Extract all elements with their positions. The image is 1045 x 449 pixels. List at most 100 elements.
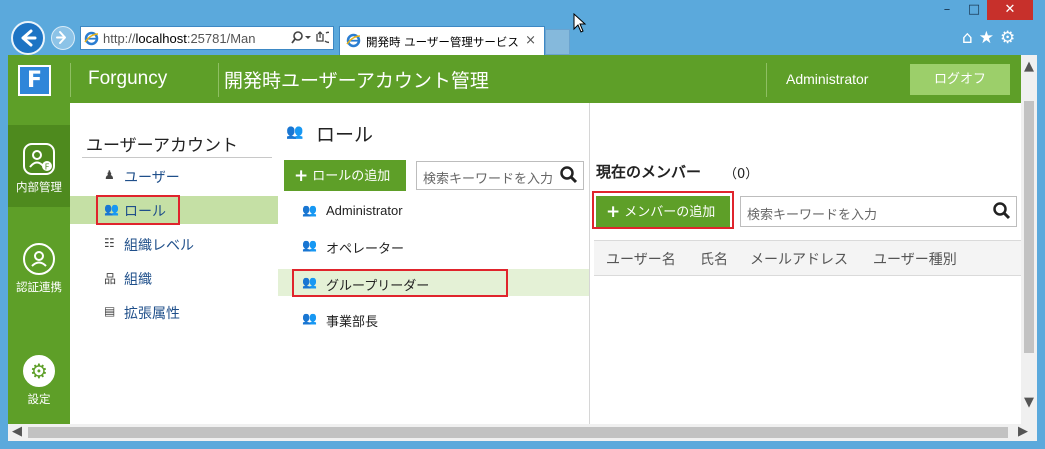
forward-button[interactable] xyxy=(51,26,75,50)
users-icon: 👥 xyxy=(302,203,317,217)
scroll-left-icon[interactable]: ◀ xyxy=(12,424,22,439)
members-table-header: ユーザー名 氏名 メールアドレス ユーザー種別 xyxy=(594,240,1021,276)
sidebar-item-label: 組織 xyxy=(124,272,152,288)
sidebar-item-users[interactable]: ♟ ユーザー xyxy=(70,162,278,190)
browser-chrome: http://localhost:25781/Man 開発時 ユーザー管理サービ… xyxy=(0,0,1045,55)
sidebar-item-label: 組織レベル xyxy=(124,238,194,254)
sidebar-item-extended-attributes[interactable]: ▤ 拡張属性 xyxy=(70,298,278,326)
column-header[interactable]: ユーザー種別 xyxy=(873,249,957,269)
column-header[interactable]: ユーザー名 xyxy=(606,249,676,269)
header-divider xyxy=(218,63,219,97)
role-label: オペレーター xyxy=(326,241,405,256)
nav-label: 内部管理 xyxy=(16,180,62,194)
roles-title: ロール xyxy=(316,124,374,146)
org-chart-icon: 品 xyxy=(104,272,117,286)
current-user: Administrator xyxy=(786,71,869,87)
scroll-up-icon[interactable]: ▲ xyxy=(1024,59,1034,74)
roles-panel: 👥 ロール + ロールの追加 検索キーワードを入力 👥 Administrator… xyxy=(278,103,590,424)
home-icon[interactable]: ⌂ xyxy=(962,28,979,48)
sidebar-title: ユーザーアカウント xyxy=(86,136,238,156)
mouse-cursor-icon xyxy=(573,13,587,33)
sidebar-item-label: 拡張属性 xyxy=(124,306,180,322)
sidebar-item-org-levels[interactable]: ☷ 組織レベル xyxy=(70,230,278,258)
button-label: ロールの追加 xyxy=(312,169,391,184)
members-panel: 現在のメンバー （0） + メンバーの追加 検索キーワードを入力 ユーザー名 氏名… xyxy=(590,103,1021,424)
address-bar[interactable]: http://localhost:25781/Man xyxy=(80,26,335,50)
nav-label: 認証連携 xyxy=(16,280,62,294)
role-search-input[interactable]: 検索キーワードを入力 xyxy=(416,161,584,190)
back-arrow-icon xyxy=(21,29,37,47)
tab-close-icon[interactable]: × xyxy=(525,33,536,48)
highlight-box xyxy=(292,269,508,297)
search-placeholder: 検索キーワードを入力 xyxy=(423,172,554,187)
person-icon: ♟ xyxy=(104,168,115,182)
back-button[interactable] xyxy=(11,21,45,55)
chevron-down-icon xyxy=(305,36,311,39)
left-nav: F 内部管理 認証連携 ⚙ 設定 xyxy=(8,103,70,424)
star-icon[interactable]: ★ xyxy=(979,28,1000,48)
browser-tools: ⌂★⚙ xyxy=(962,28,1021,48)
nav-label: 設定 xyxy=(27,392,51,406)
url-text: http://localhost:25781/Man xyxy=(103,31,256,46)
plus-icon: + xyxy=(294,166,309,186)
sidebar-item-label: ユーザー xyxy=(124,170,180,186)
close-window-button[interactable]: ✕ xyxy=(987,0,1033,20)
search-icon[interactable] xyxy=(992,201,1012,225)
divider xyxy=(82,157,272,158)
vertical-scrollbar[interactable]: ▲ ▼ xyxy=(1021,55,1037,424)
nav-auth-link[interactable]: 認証連携 xyxy=(8,243,70,295)
url-host: localhost xyxy=(135,31,187,46)
gear-icon[interactable]: ⚙ xyxy=(1000,28,1021,48)
maximize-button[interactable]: □ xyxy=(960,0,988,20)
scroll-right-icon[interactable]: ▶ xyxy=(1018,424,1028,439)
role-label: Administrator xyxy=(326,203,403,218)
scroll-down-icon[interactable]: ▼ xyxy=(1024,395,1034,410)
search-icon[interactable] xyxy=(559,165,579,189)
members-count: （0） xyxy=(724,167,759,182)
forward-arrow-icon xyxy=(56,31,66,44)
nav-settings[interactable]: ⚙ 設定 xyxy=(8,355,70,407)
role-item[interactable]: 👥 Administrator xyxy=(278,197,589,224)
minimize-button[interactable]: – xyxy=(934,0,960,20)
role-label: 事業部長 xyxy=(326,314,379,329)
highlight-box xyxy=(96,195,180,225)
hierarchy-list-icon: ☷ xyxy=(104,236,115,250)
url-scheme: http:// xyxy=(103,31,136,46)
users-icon: 👥 xyxy=(286,124,304,140)
refresh-icon xyxy=(316,31,324,42)
column-header[interactable]: 氏名 xyxy=(700,249,728,269)
new-tab-button[interactable] xyxy=(545,29,570,55)
role-item[interactable]: 👥 オペレーター xyxy=(278,232,589,259)
member-search-input[interactable]: 検索キーワードを入力 xyxy=(740,196,1017,227)
header-divider xyxy=(766,63,767,97)
members-title: 現在のメンバー xyxy=(596,163,702,181)
attributes-icon: ▤ xyxy=(104,304,116,318)
browser-tab[interactable]: 開発時 ユーザー管理サービス × xyxy=(339,26,545,55)
highlight-box xyxy=(592,191,734,229)
sidebar-item-organizations[interactable]: 品 組織 xyxy=(70,264,278,292)
user-link-icon xyxy=(23,243,55,275)
users-icon: 👥 xyxy=(302,311,317,325)
search-placeholder: 検索キーワードを入力 xyxy=(747,208,878,223)
nav-internal-management[interactable]: F 内部管理 xyxy=(8,125,70,207)
scroll-thumb[interactable] xyxy=(1024,101,1034,353)
users-icon: 👥 xyxy=(302,238,317,252)
column-header[interactable]: メールアドレス xyxy=(750,249,848,269)
gear-icon: ⚙ xyxy=(23,355,55,387)
app-header: F Forguncy 開発時ユーザーアカウント管理 Administrator … xyxy=(8,55,1021,103)
forguncy-logo: F xyxy=(18,65,51,96)
scroll-thumb[interactable] xyxy=(28,427,1008,438)
ie-icon xyxy=(84,31,99,50)
horizontal-scrollbar[interactable]: ◀ ▶ xyxy=(8,424,1037,441)
app-title: 開発時ユーザーアカウント管理 xyxy=(224,70,489,92)
add-role-button[interactable]: + ロールの追加 xyxy=(284,160,406,191)
role-item[interactable]: 👥 事業部長 xyxy=(278,305,589,332)
user-management-icon: F xyxy=(23,143,55,175)
header-divider xyxy=(70,63,71,97)
ie-icon xyxy=(346,33,361,51)
address-tools xyxy=(291,30,335,50)
app-window: F Forguncy 開発時ユーザーアカウント管理 Administrator … xyxy=(8,55,1021,424)
logout-button[interactable]: ログオフ xyxy=(910,64,1010,95)
brand-name: Forguncy xyxy=(88,68,168,89)
svg-text:F: F xyxy=(45,163,50,172)
